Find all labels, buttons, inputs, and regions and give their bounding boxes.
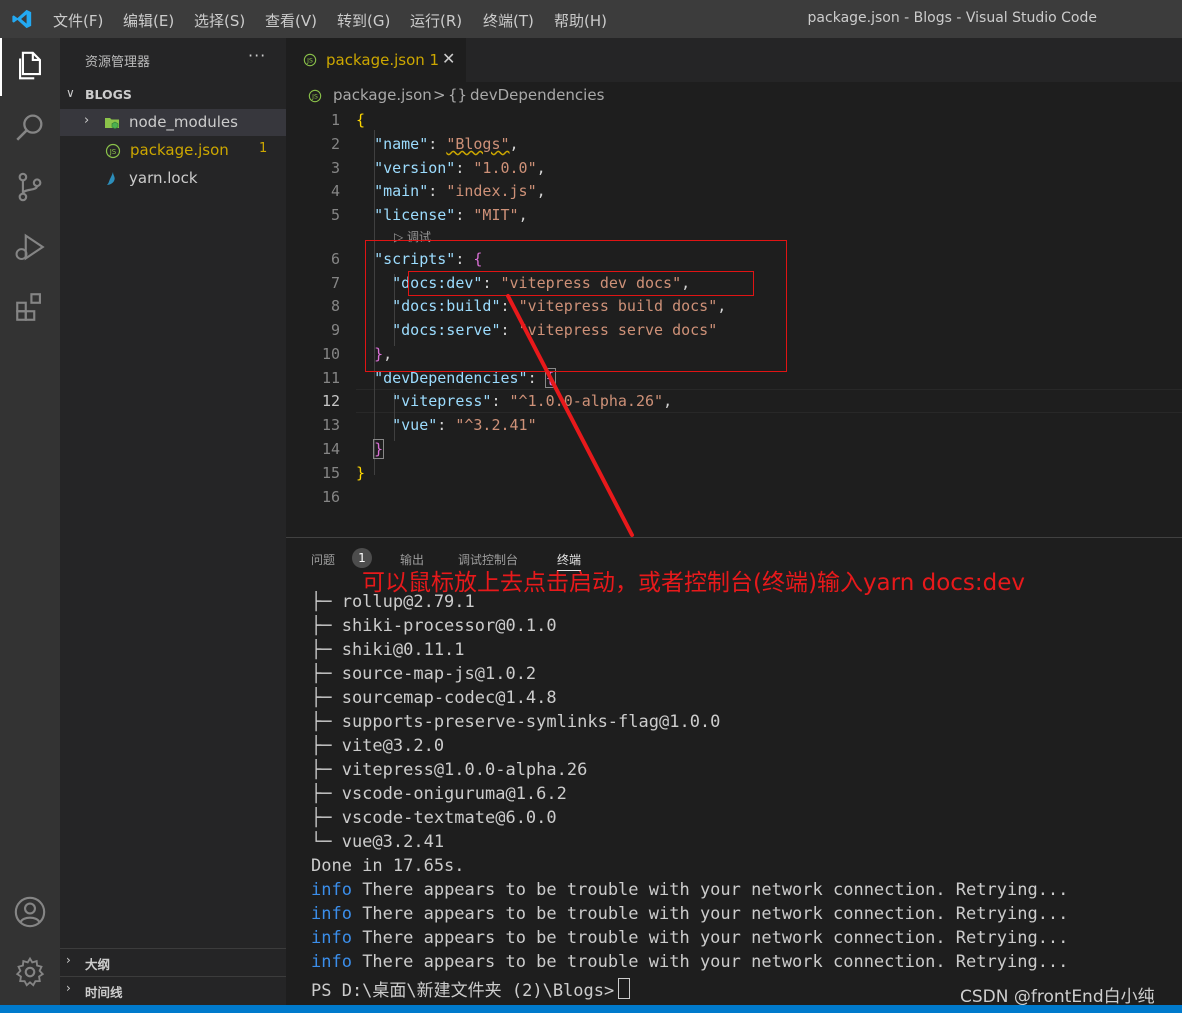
- annotation-text: 可以鼠标放上去点击启动，或者控制台(终端)输入yarn docs:dev: [362, 570, 1026, 596]
- annotation-arrow: [506, 294, 634, 537]
- status-bar: [0, 1005, 1182, 1013]
- watermark: CSDN @frontEnd白小纯: [960, 987, 1155, 1007]
